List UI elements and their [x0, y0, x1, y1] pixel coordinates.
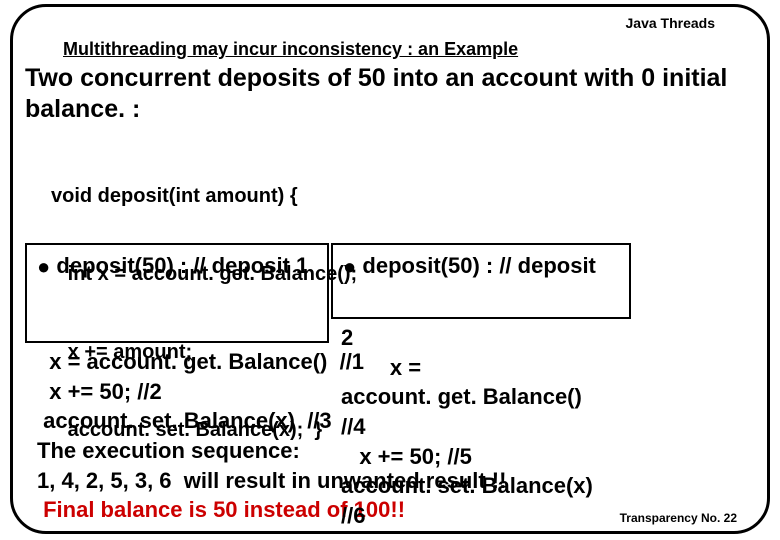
right-overflow-text: 2 x = account. get. Balance() //4 x += 5… [341, 323, 761, 531]
box1-text: deposit(50) : // deposit 1 [56, 253, 308, 278]
text-line: //4 [341, 412, 761, 442]
bullet-icon: ● [37, 252, 50, 282]
code-line: void deposit(int amount) { [51, 183, 357, 209]
slide-frame: Java Threads Multithreading may incur in… [10, 4, 770, 534]
deposit-box-1: ● deposit(50) : // deposit 1 [25, 243, 329, 343]
text-line: 2 [341, 323, 761, 353]
bullet-icon: ● [343, 252, 356, 282]
box2-text: deposit(50) : // deposit [362, 253, 595, 278]
text-line: x = [341, 353, 761, 383]
text-line: account. get. Balance() [341, 382, 761, 412]
deposit-box-2: ● deposit(50) : // deposit [331, 243, 631, 319]
text-line: account. set. Balance(x) [341, 471, 761, 501]
text-line: x += 50; //5 [341, 442, 761, 472]
topic-label: Java Threads [626, 15, 716, 31]
slide-heading: Multithreading may incur inconsistency :… [63, 39, 518, 60]
transparency-number: Transparency No. 22 [620, 511, 737, 525]
intro-text: Two concurrent deposits of 50 into an ac… [25, 63, 765, 126]
